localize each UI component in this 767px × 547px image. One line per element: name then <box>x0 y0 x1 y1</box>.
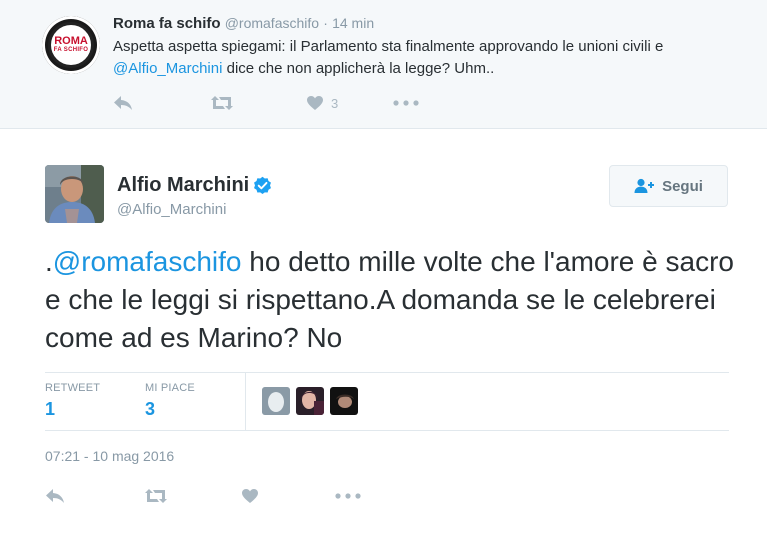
retweet-stat-label: RETWEET <box>45 382 101 394</box>
parent-reply-button[interactable] <box>113 95 135 111</box>
main-tweet-text: .@romafaschifo ho detto mille volte che … <box>45 243 735 357</box>
main-author-handle[interactable]: @Alfio_Marchini <box>117 201 226 218</box>
liker-photo <box>330 387 358 415</box>
main-author-avatar[interactable] <box>45 165 104 223</box>
tweet-stats: RETWEET 1 MI PIACE 3 <box>45 372 729 431</box>
more-button[interactable] <box>335 493 361 499</box>
parent-action-bar: 3 <box>113 92 419 114</box>
liker-photo <box>296 387 324 415</box>
follow-button[interactable]: Segui <box>609 165 728 207</box>
parent-more-button[interactable] <box>393 100 419 106</box>
parent-tweet-text: Aspetta aspetta spiegami: il Parlamento … <box>113 36 753 80</box>
parent-avatar[interactable]: ROMA FA SCHIFO <box>42 16 100 74</box>
roma-fa-schifo-logo: ROMA FA SCHIFO <box>48 22 94 68</box>
liker-avatar[interactable] <box>330 387 358 415</box>
tweet-date[interactable]: 07:21 - 10 mag 2016 <box>45 448 174 464</box>
parent-like-button[interactable]: 3 <box>306 95 338 111</box>
author-photo <box>45 165 104 223</box>
likes-stat[interactable]: MI PIACE 3 <box>145 382 195 420</box>
main-author-name[interactable]: Alfio Marchini <box>117 174 272 196</box>
main-action-bar <box>45 484 361 508</box>
parent-author-handle[interactable]: @romafaschifo <box>225 15 319 31</box>
parent-tweet-header: Roma fa schifo @romafaschifo · 14 min <box>113 14 374 33</box>
more-icon <box>393 100 419 106</box>
parent-separator: · <box>323 15 328 31</box>
liker-avatars <box>262 387 358 415</box>
main-text-prefix: . <box>45 246 53 277</box>
heart-icon <box>242 489 258 503</box>
reply-button[interactable] <box>45 488 67 504</box>
parent-text-part1: Aspetta aspetta spiegami: il Parlamento … <box>113 38 664 55</box>
parent-like-count: 3 <box>331 95 339 111</box>
retweet-icon <box>211 96 233 110</box>
heart-icon <box>307 96 323 110</box>
retweet-stat[interactable]: RETWEET 1 <box>45 382 100 420</box>
more-icon <box>335 493 361 499</box>
stats-divider <box>245 373 246 430</box>
reply-icon <box>114 96 132 110</box>
parent-tweet: ROMA FA SCHIFO Roma fa schifo @romafasch… <box>0 0 767 129</box>
retweet-button[interactable] <box>144 488 168 504</box>
follow-user-icon <box>634 178 655 193</box>
retweet-stat-count: 1 <box>45 399 56 419</box>
retweet-icon <box>145 489 167 503</box>
likes-stat-label: MI PIACE <box>145 382 195 394</box>
default-egg-avatar <box>262 387 290 415</box>
like-button[interactable] <box>241 488 259 504</box>
parent-text-part2: dice che non applicherà la legge? Uhm.. <box>222 60 495 77</box>
parent-mention-link[interactable]: @Alfio_Marchini <box>113 60 222 77</box>
liker-avatar[interactable] <box>296 387 324 415</box>
follow-button-label: Segui <box>662 177 703 195</box>
verified-icon <box>254 176 272 194</box>
parent-retweet-button[interactable] <box>210 95 234 111</box>
parent-author-name[interactable]: Roma fa schifo <box>113 15 221 32</box>
main-author-name-text: Alfio Marchini <box>117 174 250 196</box>
reply-icon <box>46 489 64 503</box>
parent-timestamp[interactable]: 14 min <box>332 15 374 31</box>
likes-stat-count: 3 <box>145 399 156 419</box>
main-mention-link[interactable]: @romafaschifo <box>53 246 242 277</box>
liker-avatar[interactable] <box>262 387 290 415</box>
